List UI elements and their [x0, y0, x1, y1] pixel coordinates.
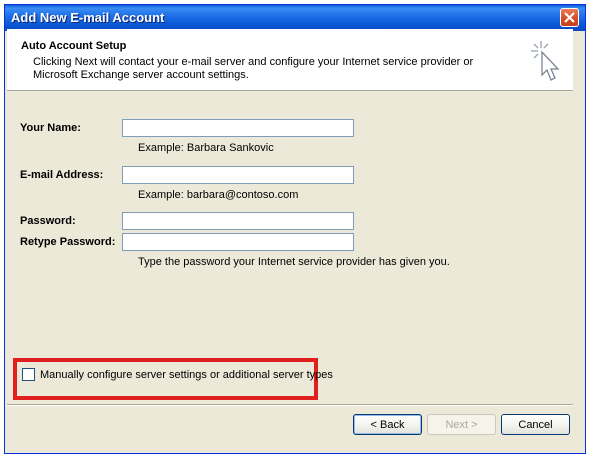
manual-config-label[interactable]: Manually configure server settings or ad…	[40, 369, 333, 381]
header-description: Clicking Next will contact your e-mail s…	[33, 56, 474, 81]
your-name-input[interactable]	[122, 119, 354, 137]
retype-password-label: Retype Password:	[20, 236, 116, 248]
email-address-input[interactable]	[122, 166, 354, 184]
next-button[interactable]: Next >	[427, 414, 496, 435]
window-title: Add New E-mail Account	[11, 10, 165, 25]
cancel-button[interactable]: Cancel	[501, 414, 570, 435]
retype-password-input[interactable]	[122, 233, 354, 251]
manual-config-checkbox[interactable]	[22, 368, 35, 381]
password-input[interactable]	[122, 212, 354, 230]
password-label: Password:	[20, 215, 76, 227]
password-hint: Type the password your Internet service …	[138, 256, 450, 268]
close-button[interactable]	[560, 8, 579, 27]
title-bar[interactable]: Add New E-mail Account	[5, 5, 585, 31]
header-title: Auto Account Setup	[21, 40, 127, 52]
back-button[interactable]: < Back	[353, 414, 422, 435]
footer-divider	[7, 404, 573, 406]
your-name-hint: Example: Barbara Sankovic	[138, 142, 274, 154]
close-icon	[564, 12, 575, 23]
cursor-sparkle-icon	[531, 41, 560, 81]
your-name-label: Your Name:	[20, 122, 81, 134]
email-address-label: E-mail Address:	[20, 169, 104, 181]
wizard-header: Auto Account Setup Clicking Next will co…	[7, 29, 573, 91]
email-address-hint: Example: barbara@contoso.com	[138, 189, 299, 201]
